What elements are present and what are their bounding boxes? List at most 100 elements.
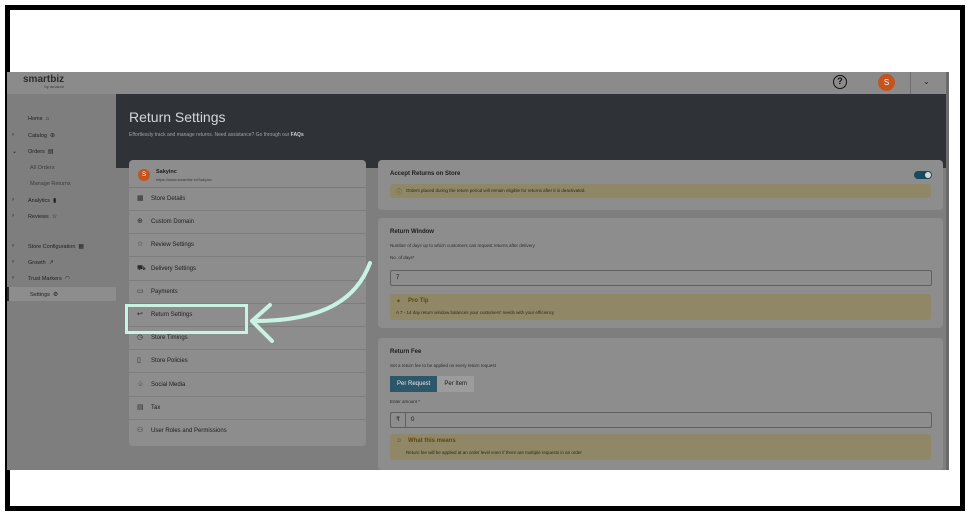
analytics-icon: ▮ — [53, 197, 57, 204]
chevron-right-icon: › — [12, 275, 14, 281]
days-field-label: No. of days* — [390, 255, 415, 260]
accept-returns-card: Accept Returns on Store ⓘ Orders placed … — [378, 160, 943, 210]
sidebar-item-content: Catalog ⊛ — [28, 132, 55, 139]
topbar-divider — [910, 72, 911, 94]
what-this-means-text: Return fee will be applied at an order l… — [406, 450, 582, 455]
highlight-box — [125, 304, 248, 334]
store-url[interactable]: https://www.smartbiz.in/Sakyinc — [156, 177, 212, 182]
return-fee-card: Return Fee Set a return fee to be applie… — [378, 338, 943, 470]
store-header: S Sakyinc https://www.smartbiz.in/Sakyin… — [129, 160, 366, 188]
growth-icon: ↗ — [48, 259, 54, 266]
settings-item-label: Store Timings — [151, 335, 188, 342]
store-icon: ▦ — [137, 195, 144, 202]
settings-item-user-roles-and-permissions[interactable]: ⚇ User Roles and Permissions — [129, 420, 366, 443]
what-this-means-box: ☺ What this means Return fee will be app… — [390, 434, 931, 460]
page-subtitle: Effortlessly track and manage returns. N… — [129, 132, 304, 138]
accept-returns-note-text: Orders placed during the return period w… — [406, 188, 586, 193]
chevron-right-icon: › — [12, 259, 14, 265]
amount-field-label: Enter amount * — [390, 399, 421, 404]
sidebar-item-content: Analytics ▮ — [28, 197, 56, 204]
user-avatar[interactable]: S — [878, 74, 895, 91]
settings-item-label: Tax — [151, 404, 161, 411]
settings-item-custom-domain[interactable]: ⊕ Custom Domain — [129, 211, 366, 235]
policy-icon: ▯ — [137, 357, 141, 365]
sidebar-item-trust-markers[interactable]: › Trust Markers ◠ — [7, 271, 116, 285]
sidebar-item-content: Growth ↗ — [28, 259, 54, 266]
faq-link[interactable]: FAQs — [291, 132, 304, 138]
annotation-arrow — [250, 261, 372, 343]
logo-subtext: by amazon — [44, 84, 65, 89]
logo[interactable]: smartbiz by amazon — [23, 75, 64, 89]
sidebar-item-content: Trust Markers ◠ — [28, 275, 70, 282]
days-input[interactable]: 7 — [390, 270, 932, 286]
settings-item-label: Payments — [151, 288, 178, 295]
settings-item-label: Store Details — [151, 196, 186, 202]
sidebar-item-all-orders[interactable]: All Orders — [7, 161, 116, 175]
return-fee-title: Return Fee — [390, 349, 422, 355]
clock-icon: ◷ — [137, 334, 144, 342]
pro-tip-title: Pro Tip — [408, 298, 429, 304]
sidebar-item-growth[interactable]: › Growth ↗ — [7, 255, 116, 269]
sidebar-item-label: Growth — [28, 259, 46, 266]
amount-input[interactable]: ₹ 0 — [390, 412, 932, 428]
sidebar-item-label: Orders — [28, 148, 45, 155]
settings-item-label: Social Media — [151, 381, 186, 388]
scrollbar[interactable] — [946, 72, 949, 470]
accept-returns-title: Accept Returns on Store — [390, 171, 461, 177]
settings-item-social-media[interactable]: ♧ Social Media — [129, 374, 366, 397]
store-avatar: S — [138, 169, 150, 181]
help-icon[interactable]: ? — [833, 75, 847, 89]
sidebar-item-store-configuration[interactable]: › Store Configuration ▦ — [7, 239, 116, 253]
config-icon: ▦ — [78, 243, 85, 250]
sidebar-item-catalog[interactable]: › Catalog ⊛ — [7, 128, 116, 142]
page-header: Return Settings Effortlessly track and m… — [116, 94, 946, 168]
return-fee-description: Set a return fee to be applied on every … — [390, 363, 496, 368]
page-subtitle-text: Effortlessly track and manage returns. N… — [129, 132, 290, 138]
settings-item-label: Review Settings — [151, 242, 195, 249]
per-request-button[interactable]: Per Request — [390, 376, 438, 392]
settings-item-store-details[interactable]: ▦ Store Details — [129, 188, 366, 211]
users-icon: ⚇ — [137, 427, 144, 434]
info-icon: ⓘ — [396, 190, 403, 196]
per-item-button[interactable]: Per Item — [437, 376, 475, 392]
chevron-down-icon: ⌄ — [12, 148, 18, 155]
days-input-value: 7 — [396, 275, 400, 281]
amount-input-value: 0 — [411, 417, 415, 423]
settings-item-store-policies[interactable]: ▯ Store Policies — [129, 350, 366, 374]
toggle-knob — [925, 172, 931, 178]
settings-item-label: User Roles and Permissions — [151, 428, 227, 434]
sidebar-item-manage-returns[interactable]: Manage Returns — [7, 177, 116, 191]
chevron-down-icon[interactable]: ⌄ — [923, 77, 930, 86]
return-window-description: Number of days up to which customers can… — [390, 243, 535, 248]
truck-icon: ⛟ — [137, 264, 146, 272]
top-bar: smartbiz by amazon ? S ⌄ — [7, 72, 946, 94]
sidebar-item-settings[interactable]: Settings ⚙ — [7, 287, 116, 301]
globe-icon: ⊕ — [137, 218, 143, 226]
orders-icon: ▤ — [47, 148, 54, 155]
sidebar-item-label: Catalog — [28, 132, 47, 139]
pro-tip-box: ✦ Pro Tip A 7 - 14 day return window bal… — [390, 294, 931, 320]
star-icon: ☆ — [137, 241, 144, 249]
smile-icon: ☺ — [396, 438, 403, 444]
sidebar-item-reviews[interactable]: › Reviews ☆ — [7, 209, 116, 223]
sidebar-item-content: Orders ▤ — [28, 148, 53, 155]
accept-returns-toggle[interactable] — [914, 171, 932, 179]
lightbulb-icon: ✦ — [396, 299, 402, 305]
sidebar-item-home[interactable]: Home ⌂ — [7, 112, 116, 126]
sidebar-item-orders[interactable]: ⌄ Orders ▤ — [7, 144, 116, 158]
star-icon: ☆ — [51, 213, 58, 220]
chevron-right-icon: › — [12, 213, 14, 219]
settings-item-tax[interactable]: ▤ Tax — [129, 397, 366, 420]
payments-icon: ▭ — [137, 287, 144, 295]
settings-item-label: Delivery Settings — [151, 265, 197, 272]
pro-tip-text: A 7 - 14 day return window balances your… — [396, 310, 555, 315]
sidebar-item-label: Analytics — [28, 197, 51, 204]
sidebar-item-analytics[interactable]: › Analytics ▮ — [7, 193, 116, 207]
page-title: Return Settings — [129, 109, 226, 125]
return-window-title: Return Window — [390, 229, 434, 235]
settings-item-review-settings[interactable]: ☆ Review Settings — [129, 234, 366, 258]
sidebar-item-label: Home — [28, 116, 43, 122]
sidebar-item-content: Reviews ☆ — [28, 213, 57, 220]
sidebar-item-content: Store Configuration ▦ — [28, 243, 84, 250]
sidebar-item-label: Settings — [30, 291, 50, 298]
